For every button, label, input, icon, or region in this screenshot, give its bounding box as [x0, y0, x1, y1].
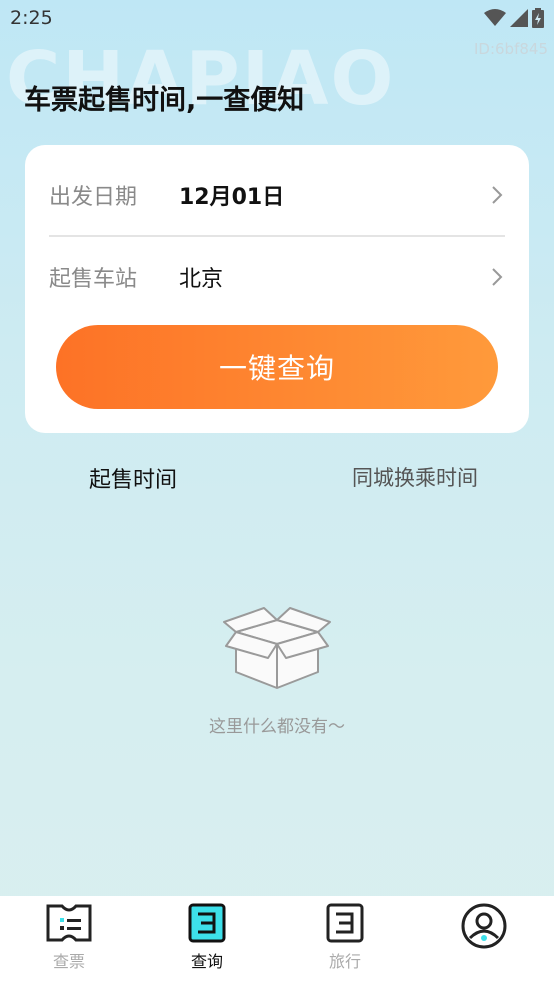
device-id: ID:6bf845	[473, 40, 548, 58]
nav-item-query[interactable]: 查询	[162, 902, 252, 972]
nav-item-profile[interactable]	[439, 902, 529, 954]
status-time: 2:25	[10, 7, 53, 29]
nav-item-ticket[interactable]: 查票	[24, 902, 114, 972]
ticket-icon	[46, 904, 92, 942]
nav-label-ticket: 查票	[52, 952, 85, 971]
sale-station-label: 起售车站	[49, 267, 138, 292]
page-headline: 车票起售时间,一查便知	[24, 85, 305, 116]
empty-box-icon	[223, 607, 331, 689]
search-doc-icon	[188, 903, 226, 943]
signal-icon	[510, 9, 528, 27]
status-icons	[484, 8, 544, 28]
tab-sale-time[interactable]: 起售时间	[89, 462, 177, 494]
departure-date-value: 12月01日	[179, 185, 285, 210]
chevron-right-icon	[492, 186, 503, 204]
empty-message: 这里什么都没有～	[209, 717, 345, 737]
battery-icon	[532, 8, 544, 28]
travel-doc-icon	[326, 903, 364, 943]
bottom-nav: 查票 查询 旅行	[0, 896, 554, 984]
nav-label-query: 查询	[190, 952, 223, 971]
chevron-right-icon	[492, 268, 503, 286]
tab-transfer-time[interactable]: 同城换乘时间	[352, 462, 478, 492]
query-button[interactable]: 一键查询	[56, 325, 498, 409]
departure-date-row[interactable]: 出发日期 12月01日	[49, 155, 505, 235]
status-bar: 2:25	[0, 0, 554, 40]
nav-item-travel[interactable]: 旅行	[300, 902, 390, 972]
sale-station-row[interactable]: 起售车站 北京	[49, 237, 505, 317]
profile-icon	[461, 903, 507, 949]
sale-station-value: 北京	[179, 267, 224, 292]
query-card: 出发日期 12月01日 起售车站 北京 一键查询	[25, 145, 529, 433]
wifi-icon	[484, 9, 506, 26]
departure-date-label: 出发日期	[49, 185, 138, 210]
result-tabs: 起售时间 同城换乘时间	[0, 462, 554, 502]
nav-label-travel: 旅行	[328, 952, 361, 971]
